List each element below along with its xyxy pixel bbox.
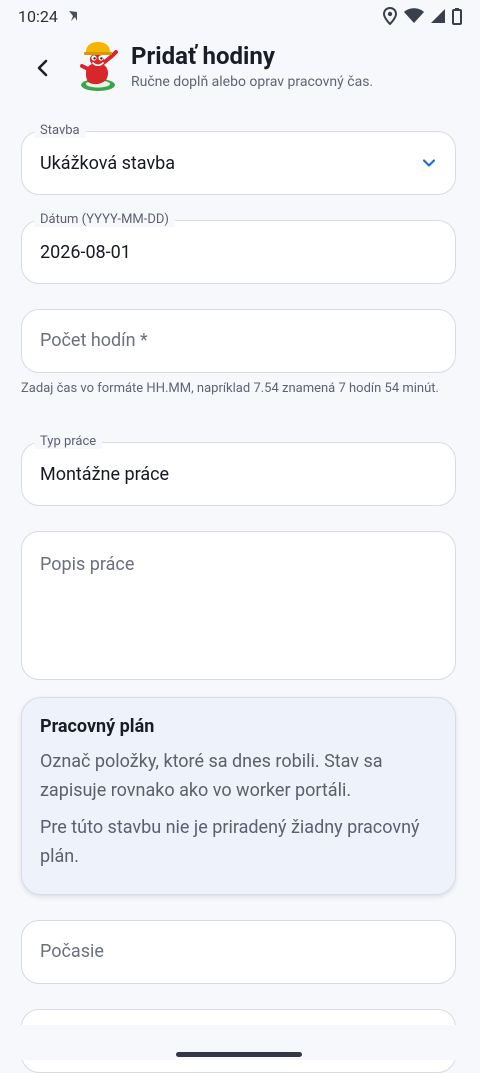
mascot-logo <box>80 42 118 91</box>
popis-prace-textarea[interactable]: Popis práce <box>21 531 456 680</box>
signal-icon <box>431 9 445 23</box>
pocet-hodin-placeholder: Počet hodín * <box>40 330 148 351</box>
pocet-hodin-field[interactable]: Počet hodín * <box>21 309 456 373</box>
stavba-value: Ukážková stavba <box>40 152 176 174</box>
pracovny-plan-description: Označ položky, ktoré sa dnes robili. Sta… <box>40 751 383 801</box>
pracovny-plan-empty-message: Pre túto stavbu nie je priradený žiadny … <box>40 817 420 867</box>
pocasie-field[interactable]: Počasie <box>21 920 456 984</box>
chevron-down-icon <box>422 159 436 167</box>
back-button[interactable] <box>28 54 56 82</box>
gesture-nav-handle[interactable] <box>176 1052 302 1057</box>
typ-prace-value: Montážne práce <box>40 463 170 485</box>
wifi-icon <box>404 8 424 23</box>
page-title: Pridať hodiny <box>131 42 275 70</box>
datum-field[interactable]: Dátum (YYYY-MM-DD) 2026-08-01 <box>21 212 456 284</box>
pracovny-plan-title: Pracovný plán <box>40 716 155 737</box>
location-icon <box>382 7 398 25</box>
battery-icon <box>452 7 462 25</box>
datum-value: 2026-08-01 <box>40 241 131 263</box>
pracovny-plan-card: Pracovný plán Označ položky, ktoré sa dn… <box>21 697 456 895</box>
status-time: 10:24 <box>18 6 58 26</box>
pocasie-placeholder: Počasie <box>40 941 104 962</box>
status-bar: 10:24 <box>0 0 480 32</box>
typ-prace-field[interactable]: Typ práce Montážne práce <box>21 434 456 506</box>
status-left: 10:24 <box>18 7 80 26</box>
notification-icon <box>68 11 77 21</box>
popis-prace-placeholder: Popis práce <box>40 554 135 575</box>
stavba-select[interactable]: Stavba Ukážková stavba <box>21 123 456 195</box>
back-chevron-icon <box>37 59 48 77</box>
app-header: Pridať hodiny Ručne doplň alebo oprav pr… <box>0 38 480 102</box>
pocet-hodin-helper: Zadaj čas vo formáte HH.MM, napríklad 7.… <box>21 381 439 396</box>
status-right <box>382 7 462 25</box>
page-subtitle: Ručne doplň alebo oprav pracovný čas. <box>131 74 374 90</box>
